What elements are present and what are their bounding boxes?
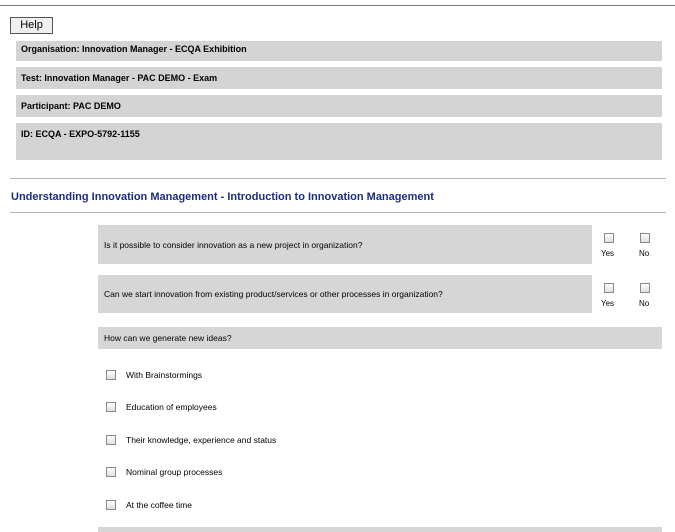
- participant-bar: Participant: PAC DEMO: [16, 95, 662, 117]
- question-1-no-label: No: [639, 249, 650, 258]
- option-2-checkbox[interactable]: [106, 402, 116, 412]
- section-title: Understanding Innovation Management - In…: [11, 191, 434, 203]
- option-1-label: With Brainstormings: [126, 370, 203, 380]
- question-2-yes-checkbox[interactable]: [604, 283, 614, 293]
- id-bar: ID: ECQA - EXPO-5792-1155: [16, 123, 662, 160]
- help-button[interactable]: Help: [10, 17, 53, 34]
- option-3-label: Their knowledge, experience and status: [126, 435, 277, 445]
- participant-text: Participant: PAC DEMO: [21, 101, 121, 111]
- option-4-checkbox[interactable]: [106, 467, 116, 477]
- question-2-box: Can we start innovation from existing pr…: [98, 275, 592, 313]
- option-2-label: Education of employees: [126, 402, 217, 412]
- option-5-checkbox[interactable]: [106, 500, 116, 510]
- option-4-label: Nominal group processes: [126, 467, 223, 477]
- id-text: ID: ECQA - EXPO-5792-1155: [21, 129, 140, 139]
- next-question-box: [98, 527, 662, 532]
- question-1-text: Is it possible to consider innovation as…: [104, 239, 363, 250]
- question-2-text: Can we start innovation from existing pr…: [104, 289, 443, 299]
- organisation-text: Organisation: Innovation Manager - ECQA …: [21, 44, 247, 54]
- question-2-yes-label: Yes: [601, 299, 615, 308]
- organisation-bar: Organisation: Innovation Manager - ECQA …: [16, 41, 662, 61]
- test-bar: Test: Innovation Manager - PAC DEMO - Ex…: [16, 67, 662, 89]
- question-3-text: How can we generate new ideas?: [104, 333, 232, 343]
- option-3-checkbox[interactable]: [106, 435, 116, 445]
- section-divider-bottom: [10, 212, 666, 213]
- question-3-box: How can we generate new ideas?: [98, 327, 662, 349]
- section-divider-top: [10, 178, 666, 179]
- question-2-no-label: No: [639, 299, 650, 308]
- question-1-yes-checkbox[interactable]: [604, 233, 614, 243]
- question-2-no-checkbox[interactable]: [640, 283, 650, 293]
- top-divider: [0, 5, 675, 6]
- question-1-box: Is it possible to consider innovation as…: [98, 225, 592, 264]
- question-1-yes-label: Yes: [601, 249, 615, 258]
- option-5-label: At the coffee time: [126, 500, 192, 510]
- question-1-no-checkbox[interactable]: [640, 233, 650, 243]
- option-1-checkbox[interactable]: [106, 370, 116, 380]
- test-text: Test: Innovation Manager - PAC DEMO - Ex…: [21, 73, 218, 83]
